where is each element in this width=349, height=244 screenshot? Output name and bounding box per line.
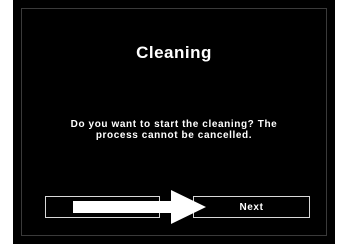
dialog-message-line2: process cannot be cancelled. — [95, 130, 253, 141]
dialog-message-line1: Do you want to start the cleaning? The — [70, 119, 278, 130]
next-button[interactable]: Next — [193, 196, 310, 218]
dialog-message: Do you want to start the cleaning? The p… — [27, 119, 321, 141]
device-screen: Cleaning Do you want to start the cleani… — [13, 0, 335, 244]
right-arrow-icon — [73, 190, 206, 224]
dialog-title: Cleaning — [136, 43, 212, 62]
